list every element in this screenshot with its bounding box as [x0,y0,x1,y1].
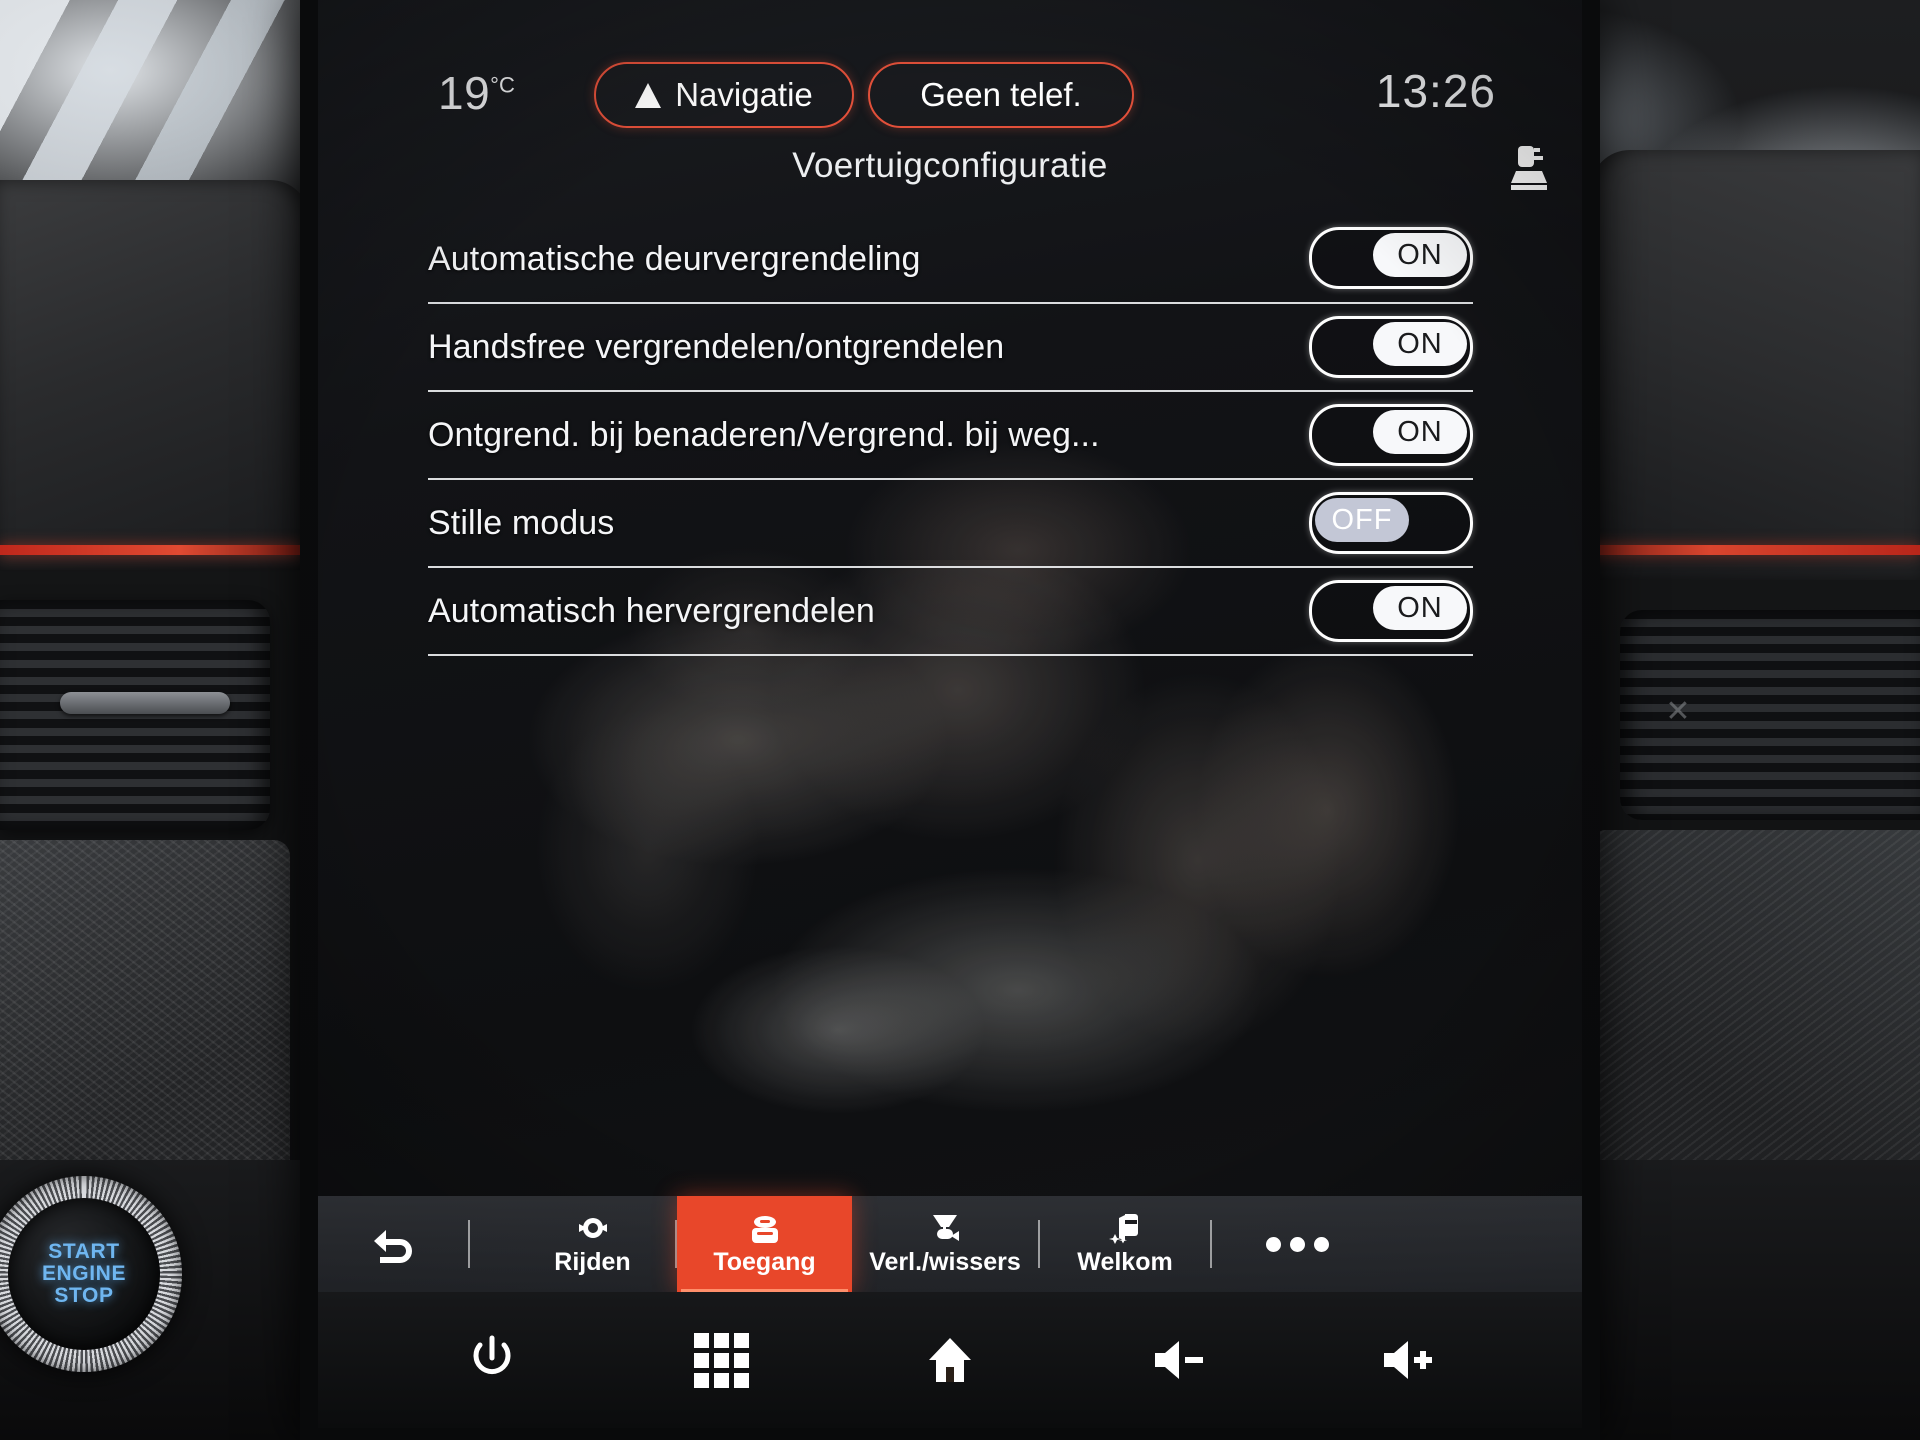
setting-label: Stille modus [428,503,615,542]
temperature-value: 19 [438,67,491,119]
tab-label: Rijden [554,1247,631,1276]
table-row[interactable]: Stille modus OFF [428,480,1473,568]
outside-temperature: 19°C [438,66,515,120]
clock: 13:26 [1375,65,1496,117]
car-key-fob-icon [747,1212,783,1246]
start-stop-line-1: START [48,1240,120,1264]
more-options-button[interactable] [1212,1196,1382,1292]
setting-label: Automatische deurvergrendeling [428,239,921,278]
setting-label: Handsfree vergrendelen/ontgrendelen [428,327,1005,366]
page-title: Voertuigconfiguratie [792,146,1108,185]
table-row[interactable]: Ontgrend. bij benaderen/Vergrend. bij we… [428,392,1473,480]
air-vent-left [0,600,270,830]
back-button[interactable] [318,1196,468,1292]
setting-label: Automatisch hervergrendelen [428,591,875,630]
navigation-label: Navigatie [675,76,813,113]
infotainment-screen: 19°C Navigatie Geen telef. 13:26 Voertui… [318,0,1582,1428]
phone-label: Geen telef. [920,76,1082,113]
infotainment-bezel: 19°C Navigatie Geen telef. 13:26 Voertui… [300,0,1600,1440]
toggle-state-label: ON [1373,586,1467,630]
table-row[interactable]: Automatische deurvergrendeling ON [428,214,1473,304]
setting-toggle[interactable]: ON [1309,580,1473,642]
navigation-shortcut-button[interactable]: Navigatie [594,62,854,128]
tab-label: Welkom [1077,1247,1173,1276]
welcome-lighting-icon [1107,1212,1143,1246]
setting-toggle[interactable]: ON [1309,316,1473,378]
console-trim-right [1590,830,1920,1180]
tab-label: Toegang [713,1247,816,1276]
toggle-state-label: ON [1373,410,1467,454]
apps-grid-icon [693,1332,749,1388]
apps-button[interactable] [678,1317,764,1403]
dashboard-upper-right [1590,150,1920,580]
tab-toegang[interactable]: Toegang [677,1196,852,1295]
wiper-light-icon [925,1212,965,1246]
toggle-state-label: ON [1373,233,1467,277]
home-icon [928,1338,971,1382]
steering-settings-icon [575,1212,611,1246]
console-trim-left [0,840,290,1170]
power-icon [473,1335,511,1375]
tab-rijden[interactable]: Rijden [510,1196,675,1292]
volume-up-button[interactable] [1365,1317,1451,1403]
red-trim-right [1570,545,1920,555]
system-bar [318,1292,1582,1428]
start-stop-line-3: STOP [54,1283,114,1307]
toggle-state-label: OFF [1315,498,1409,542]
screen-reflection [318,560,1582,1260]
volume-up-icon [1383,1341,1432,1379]
more-dots-icon [1265,1236,1329,1252]
category-tab-bar: Rijden Toegang Verl./wissers Welkom [318,1196,1582,1295]
navigation-arrow-icon [635,82,662,108]
tab-welkom[interactable]: Welkom [1040,1196,1210,1292]
power-button[interactable] [449,1317,535,1403]
tab-verlichting-wissers[interactable]: Verl./wissers [852,1196,1038,1292]
status-bar: 19°C Navigatie Geen telef. 13:26 [318,60,1582,140]
phone-status-button[interactable]: Geen telef. [868,62,1134,128]
volume-down-button[interactable] [1136,1317,1222,1403]
setting-toggle[interactable]: ON [1309,404,1473,466]
hazard-switch-icon[interactable]: ✕ [1656,690,1700,734]
table-row[interactable]: Automatisch hervergrendelen ON [428,568,1473,656]
car-seat-icon[interactable] [1506,142,1552,194]
setting-label: Ontgrend. bij benaderen/Vergrend. bij we… [428,415,1100,454]
home-button[interactable] [907,1317,993,1403]
dashboard-upper-left [0,180,310,570]
setting-toggle[interactable]: OFF [1309,492,1473,554]
back-arrow-icon [366,1224,420,1264]
tab-label: Verl./wissers [869,1247,1021,1276]
temperature-unit: °C [490,72,515,98]
table-row[interactable]: Handsfree vergrendelen/ontgrendelen ON [428,304,1473,392]
setting-toggle[interactable]: ON [1309,227,1473,289]
start-stop-line-2: ENGINE [41,1262,127,1286]
volume-down-icon [1154,1341,1203,1379]
red-trim-left [0,545,300,555]
settings-list: Automatische deurvergrendeling ON Handsf… [428,214,1473,656]
toggle-state-label: ON [1373,322,1467,366]
